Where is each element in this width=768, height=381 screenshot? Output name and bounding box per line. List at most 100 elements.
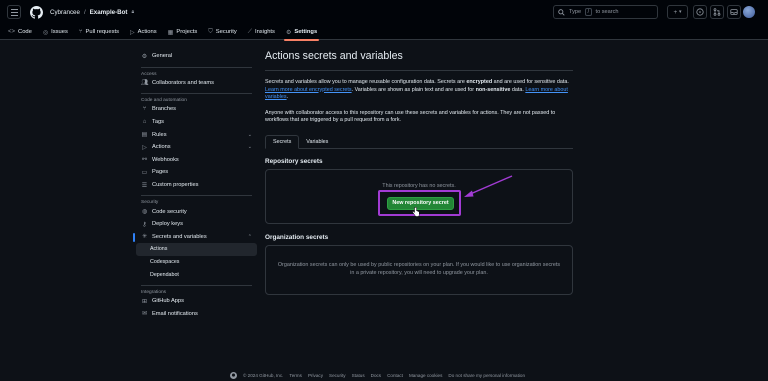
search-icon xyxy=(558,8,565,16)
chevron-up-icon[interactable]: ⌃ xyxy=(248,234,252,240)
sidebar-item-label: Code security xyxy=(152,208,187,215)
tab-settings-label: Settings xyxy=(294,29,318,35)
description-text: . xyxy=(286,94,289,101)
apps-icon: ⊞ xyxy=(141,298,148,305)
organization-secrets-panel: Organization secrets can only be used by… xyxy=(265,244,573,295)
issue-icon xyxy=(696,8,704,16)
sidebar-item-label: Webhooks xyxy=(152,156,179,163)
breadcrumb: Cybrancee / Example-Bot 🔒︎ xyxy=(50,9,134,16)
sidebar-item-secrets[interactable]: ✳ Secrets and variables ⌃ xyxy=(133,231,257,244)
sidebar-item-github-apps[interactable]: ⊞ GitHub Apps xyxy=(136,295,257,308)
footer-link-terms[interactable]: Terms xyxy=(289,373,302,378)
footer-link-contact[interactable]: Contact xyxy=(387,373,403,378)
branch-icon: ⑂ xyxy=(142,106,147,113)
divider xyxy=(141,66,252,68)
new-repository-secret-button[interactable]: New repository secret xyxy=(387,196,454,210)
inbox-icon xyxy=(730,9,738,15)
sidebar-item-label: Custom properties xyxy=(152,182,199,189)
search-input[interactable]: Type / to search xyxy=(553,5,658,19)
organization-secrets-text: Organization secrets can only be used by… xyxy=(277,261,561,276)
sidebar-item-label: Email notifications xyxy=(152,310,198,317)
breadcrumb-repo[interactable]: Example-Bot xyxy=(90,9,128,16)
github-logo-icon[interactable] xyxy=(30,5,43,19)
tab-pull-requests[interactable]: ⑂ Pull requests xyxy=(79,24,119,40)
tab-insights[interactable]: ⟋ Insights xyxy=(248,24,275,40)
avatar[interactable] xyxy=(743,6,755,18)
inbox-button[interactable] xyxy=(727,5,741,19)
description-emphasis: encrypted xyxy=(466,79,493,85)
breadcrumb-separator: / xyxy=(83,8,86,16)
footer-link-docs[interactable]: Docs xyxy=(371,373,381,378)
collaborator-paragraph: Anyone with collaborator access to this … xyxy=(265,109,556,124)
sidebar-item-custom-properties[interactable]: ☰ Custom properties xyxy=(136,179,257,192)
sidebar-item-actions[interactable]: ▷ Actions ⌄ xyxy=(136,141,257,154)
chevron-down-icon[interactable]: ⌄ xyxy=(248,144,252,150)
divider xyxy=(141,195,252,197)
search-type-label: Type xyxy=(569,9,582,15)
sidebar-item-collaborators[interactable]: 👥︎ Collaborators and teams xyxy=(136,77,257,90)
settings-sidebar: ⚙ General Access 👥︎ Collaborators and team… xyxy=(133,50,257,321)
play-icon: ▷ xyxy=(130,29,135,36)
tab-projects[interactable]: ▦ Projects xyxy=(168,24,198,40)
pull-request-icon xyxy=(713,8,721,16)
tab-settings[interactable]: ⚙ Settings xyxy=(283,24,320,41)
codescan-icon: ◍ xyxy=(141,209,148,216)
tab-variables[interactable]: Variables xyxy=(299,135,335,149)
annotation-arrow-icon xyxy=(464,175,513,197)
browser-icon: ▭ xyxy=(141,169,148,176)
tab-security-label: Security xyxy=(215,29,237,35)
tab-secrets[interactable]: Secrets xyxy=(265,134,300,149)
pull-requests-button[interactable] xyxy=(710,5,724,19)
play-icon: ▷ xyxy=(142,144,147,151)
breadcrumb-owner[interactable]: Cybrancee xyxy=(50,9,80,16)
footer-link-manage-cookies[interactable]: Manage cookies xyxy=(409,373,442,378)
sidebar-item-code-security[interactable]: ◍ Code security xyxy=(136,205,257,218)
sidebar-item-webhooks[interactable]: ⚯ Webhooks xyxy=(136,154,257,167)
tab-projects-label: Projects xyxy=(176,29,198,35)
tab-issues[interactable]: ◎ Issues xyxy=(43,24,68,40)
divider xyxy=(141,284,252,286)
sidebar-item-general[interactable]: ⚙ General xyxy=(136,50,257,63)
footer-link-personal-info[interactable]: Do not share my personal information xyxy=(448,373,525,378)
tab-actions[interactable]: ▷ Actions xyxy=(130,24,157,40)
encrypted-secrets-link[interactable]: Learn more about encrypted secrets xyxy=(265,87,352,93)
create-new-button[interactable]: + ▾ xyxy=(667,5,688,19)
sidebar-subitem-actions[interactable]: Actions xyxy=(136,243,257,256)
sidebar-item-tags[interactable]: ⌂ Tags xyxy=(136,116,257,129)
tab-security[interactable]: ⛉ Security xyxy=(208,24,236,40)
gear-icon: ⚙ xyxy=(285,29,292,36)
sidebar-item-pages[interactable]: ▭ Pages xyxy=(136,166,257,179)
organization-secrets-heading: Organization secrets xyxy=(265,233,329,241)
sidebar-item-deploy-keys[interactable]: ⚷ Deploy keys xyxy=(136,218,257,231)
shield-icon: ⛉ xyxy=(208,28,213,35)
sidebar-item-label: Rules xyxy=(152,131,167,138)
sidebar-subitem-dependabot[interactable]: Dependabot xyxy=(136,268,257,281)
issues-button[interactable] xyxy=(693,5,707,19)
sidebar-item-email-notifications[interactable]: ✉ Email notifications xyxy=(136,308,257,321)
repository-secrets-heading: Repository secrets xyxy=(265,157,323,165)
sidebar-subitem-codespaces[interactable]: Codespaces xyxy=(136,256,257,269)
sidebar-item-rules[interactable]: ▤ Rules ⌄ xyxy=(136,128,257,141)
tab-actions-label: Actions xyxy=(137,29,157,35)
tab-pull-requests-label: Pull requests xyxy=(85,29,120,35)
graph-icon: ⟋ xyxy=(247,28,252,35)
global-header: Cybrancee / Example-Bot 🔒︎ Type / to sea… xyxy=(0,0,768,24)
description-text: Secrets and variables allow you to manag… xyxy=(265,79,467,85)
menu-button[interactable] xyxy=(7,5,21,19)
footer: © 2024 GitHub, Inc. Terms Privacy Securi… xyxy=(230,372,525,379)
chevron-down-icon[interactable]: ⌄ xyxy=(248,132,252,138)
description-emphasis: non-sensitive xyxy=(475,86,511,93)
tab-code[interactable]: <> Code xyxy=(8,24,32,40)
sidebar-item-branches[interactable]: ⑂ Branches xyxy=(136,103,257,116)
sidebar-item-label: General xyxy=(152,53,173,60)
footer-link-privacy[interactable]: Privacy xyxy=(308,373,323,378)
people-icon: 👥︎ xyxy=(141,80,149,87)
search-shortcut-key: / xyxy=(585,8,592,16)
footer-link-status[interactable]: Status xyxy=(352,373,365,378)
sidebar-item-label: Collaborators and teams xyxy=(152,79,214,86)
list-icon: ☰ xyxy=(141,182,148,189)
page-title: Actions secrets and variables xyxy=(265,50,403,62)
footer-link-security[interactable]: Security xyxy=(329,373,346,378)
hand-cursor-icon xyxy=(412,206,420,217)
sidebar-item-label: Secrets and variables xyxy=(152,233,207,240)
